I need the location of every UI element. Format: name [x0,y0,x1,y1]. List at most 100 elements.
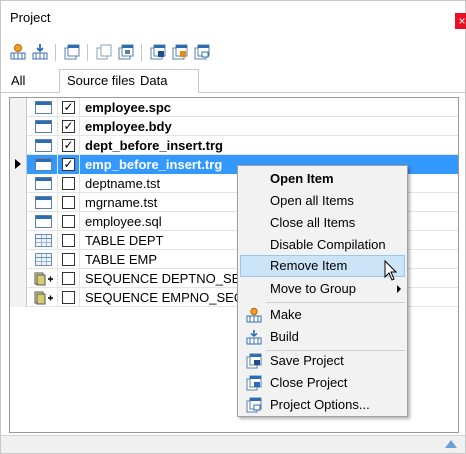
include-checkbox[interactable]: ✓ [62,139,75,152]
menu-separator [266,302,405,303]
include-checkbox[interactable]: ✓ [62,101,75,114]
tab-all[interactable]: All [11,73,25,88]
file-icon [35,120,52,133]
menu-item-disable-compilation[interactable]: Disable Compilation [240,234,405,256]
row-gutter [10,269,27,288]
row-gutter [10,250,27,269]
sequence-icon [34,291,53,305]
row-check-cell [58,174,80,193]
tree-row[interactable]: ✓ employee.bdy [10,117,458,136]
menu-item-project-options[interactable]: Project Options... [240,394,405,416]
row-icon-cell [28,288,58,307]
row-gutter [10,174,27,193]
menu-item-move-to-group-label: Move to Group [270,281,356,296]
row-check-cell [58,269,80,288]
include-checkbox[interactable]: ✓ [62,120,75,133]
row-icon-cell [28,174,58,193]
project-options-icon[interactable] [191,41,213,63]
title-bar: Project × [1,1,466,35]
current-row-arrow-icon [15,159,21,169]
file-icon [35,215,52,228]
row-check-cell [58,288,80,307]
row-gutter [10,212,27,231]
row-check-cell [58,250,80,269]
sequence-icon [34,272,53,286]
toolbar-separator [55,44,56,61]
row-check-cell: ✓ [58,98,80,117]
row-gutter [10,136,27,155]
mouse-cursor-icon [384,260,398,281]
row-gutter [10,288,27,307]
menu-item-open-item[interactable]: Open Item [240,168,405,190]
row-icon-cell [28,269,58,288]
tab-bar: All Source files Data [1,69,465,93]
row-icon-cell [28,193,58,212]
context-menu: Open Item Open all Items Close all Items… [237,165,408,417]
row-icon-cell [28,155,58,174]
menu-item-build[interactable]: Build [240,326,405,348]
include-checkbox[interactable] [62,196,75,209]
row-gutter [10,231,27,250]
tree-row[interactable]: ✓ dept_before_insert.trg [10,136,458,155]
row-icon-cell [28,212,58,231]
menu-item-make-label: Make [270,307,302,322]
row-gutter [10,117,27,136]
close-project-icon[interactable] [169,41,191,63]
toolbar-separator [87,44,88,61]
menu-item-remove-item[interactable]: Remove Item [240,255,405,277]
include-checkbox[interactable]: ✓ [62,158,75,171]
make-icon[interactable] [7,41,29,63]
file-icon [35,177,52,190]
menu-item-open-all-items[interactable]: Open all Items [240,190,405,212]
copy-icon[interactable] [93,41,115,63]
close-button[interactable]: × [455,13,466,29]
file-icon [35,158,52,171]
table-icon [35,253,52,266]
resize-grip-icon[interactable] [445,440,457,448]
build-icon[interactable] [29,41,51,63]
save-project-icon[interactable] [147,41,169,63]
row-check-cell: ✓ [58,117,80,136]
status-bar [1,435,465,453]
include-checkbox[interactable] [62,234,75,247]
row-icon-cell [28,98,58,117]
row-label: employee.spc [85,100,171,115]
row-gutter [10,155,27,174]
row-check-cell [58,231,80,250]
menu-item-save-project[interactable]: Save Project [240,350,405,372]
menu-item-move-to-group[interactable]: Move to Group [240,278,405,300]
menu-item-close-project[interactable]: Close Project [240,372,405,394]
row-label: employee.bdy [85,119,172,134]
project-add-icon[interactable] [61,41,83,63]
toolbar [7,41,463,65]
tab-source-files[interactable]: Source files [67,73,135,88]
row-gutter [10,98,27,117]
include-checkbox[interactable] [62,177,75,190]
menu-item-close-project-label: Close Project [270,375,348,390]
row-icon-cell [28,117,58,136]
submenu-arrow-icon [397,285,401,293]
tree-row[interactable]: ✓ employee.spc [10,98,458,117]
include-checkbox[interactable] [62,215,75,228]
include-checkbox[interactable] [62,272,75,285]
row-gutter [10,193,27,212]
row-check-cell: ✓ [58,136,80,155]
file-icon [35,196,52,209]
row-label: dept_before_insert.trg [85,138,223,153]
row-icon-cell [28,231,58,250]
include-checkbox[interactable] [62,253,75,266]
paste-icon[interactable] [115,41,137,63]
menu-item-build-label: Build [270,329,299,344]
menu-item-project-options-label: Project Options... [270,397,370,412]
toolbar-separator [141,44,142,61]
menu-item-save-project-label: Save Project [270,353,344,368]
file-icon [35,101,52,114]
row-icon-cell [28,250,58,269]
tab-data[interactable]: Data [140,73,167,88]
menu-item-make[interactable]: Make [240,304,405,326]
table-icon [35,234,52,247]
menu-item-close-all-items[interactable]: Close all Items [240,212,405,234]
window-title: Project [10,10,51,25]
include-checkbox[interactable] [62,291,75,304]
row-check-cell [58,193,80,212]
